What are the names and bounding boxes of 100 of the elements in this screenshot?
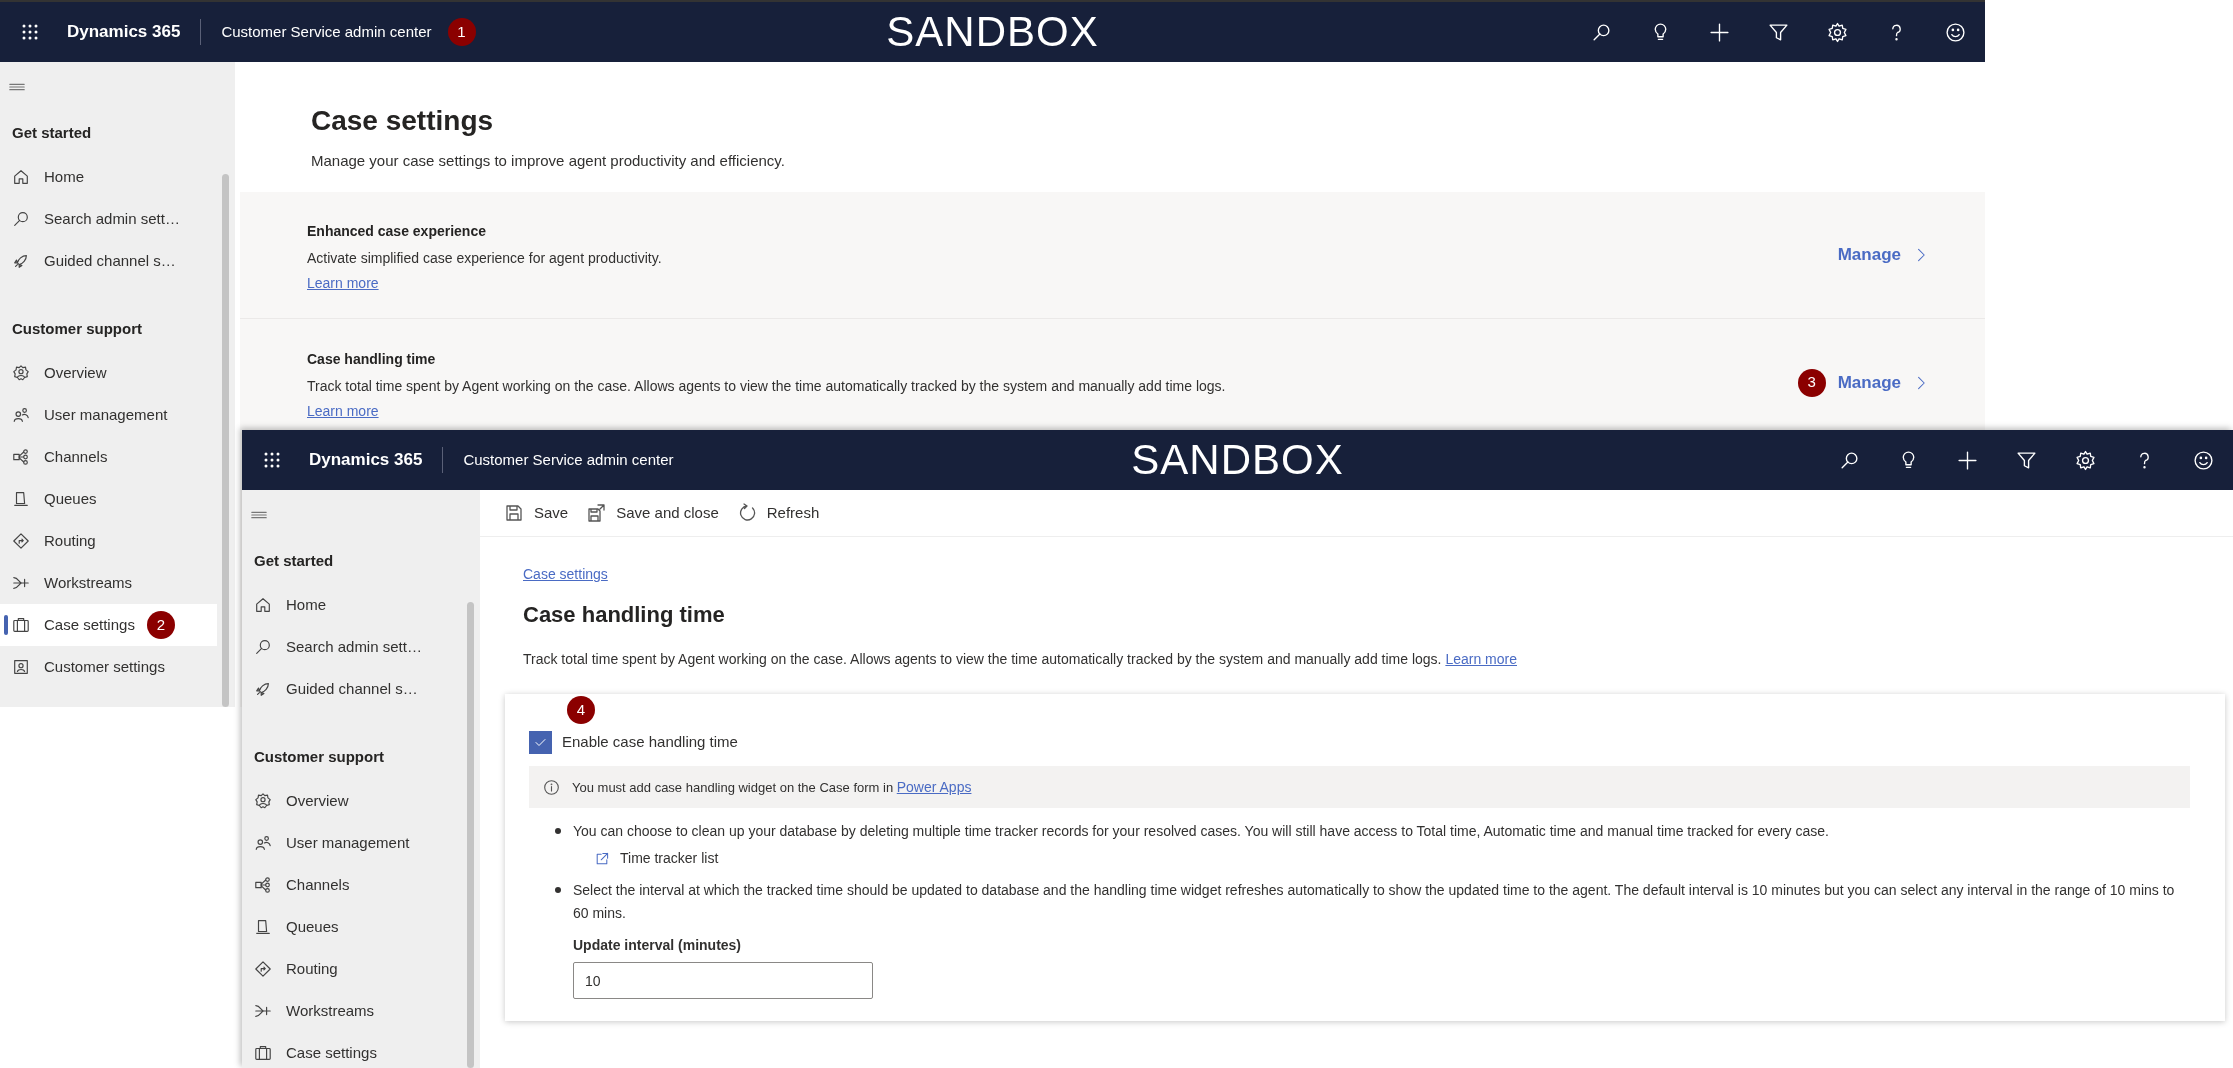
bullet-text: You can choose to clean up your database by deleting multiple time tracker records for your resolved cases. You will still have access to Total time, Automatic time and manual time tracked for every case. [573,822,1830,841]
nav-label: Case settings [44,614,135,635]
save-and-close-icon [586,503,607,523]
nav-item[interactable]: Home [0,156,217,198]
power-apps-link[interactable]: Power Apps [896,778,972,795]
step-badge: 4 [567,696,595,724]
smiley-button[interactable] [2192,448,2215,472]
bullet-icon [555,887,561,893]
external-link-icon [594,850,610,867]
nav-label: Routing [44,530,96,551]
info-icon [543,778,560,796]
nav-item[interactable]: Case settings 2 [0,604,217,646]
nav-item[interactable]: Overview [242,780,462,822]
app-title: Customer Service admin center [462,449,674,470]
nav-item[interactable]: Channels [242,864,462,906]
manage-link[interactable]: Manage [1837,242,1929,268]
section-heading: Customer support [11,318,143,339]
briefcase-icon [254,1044,272,1062]
learn-more-link[interactable]: Learn more [307,273,379,294]
nav-label: User management [286,832,410,853]
bullet-icon [555,828,561,834]
nav-item[interactable]: Guided channel s… [0,240,217,282]
nav-label: Workstreams [286,1000,375,1021]
search-icon [254,638,272,656]
nav-label: Queues [44,488,97,509]
scrollbar[interactable] [222,174,229,707]
nav-item[interactable]: Queues [0,478,217,520]
smiley-icon [1945,21,1966,43]
contact-card-icon [12,658,30,676]
nav-item[interactable]: Search admin sett… [242,626,462,668]
nav-item[interactable]: Routing [242,948,462,990]
nav-label: Channels [44,446,108,467]
nav-item[interactable]: Case settings [242,1032,462,1068]
diamond-arrow-icon [254,960,272,978]
home-icon [12,168,30,186]
nodes-icon [254,876,272,894]
nav-item[interactable]: Search admin sett… [0,198,217,240]
filter-icon [2016,449,2037,471]
nav-item[interactable]: Guided channel s… [242,668,462,710]
step-badge: 3 [1797,368,1826,397]
person-gear-icon [254,792,272,810]
nav-label: Overview [44,362,107,383]
nav-item[interactable]: User management [0,394,217,436]
nav-item[interactable]: Routing [0,520,217,562]
checkbox[interactable] [529,731,552,754]
field-label: Update interval (minutes) [573,936,743,955]
app-name[interactable]: Dynamics 365 [60,19,202,45]
nav-label: Overview [286,790,349,811]
breadcrumb-link[interactable]: Case settings [523,564,608,585]
diamond-arrow-icon [12,532,30,550]
grid-icon [262,450,282,470]
nav-item[interactable]: Overview [0,352,217,394]
section-heading: Customer support [253,746,385,767]
search-icon [1839,449,1860,471]
search-icon [1591,21,1612,43]
nav-item[interactable]: Workstreams [242,990,462,1032]
users-icon [12,406,30,424]
settings-button[interactable] [1826,20,1849,44]
nav-label: Channels [286,874,350,895]
nav-item[interactable]: User management [242,822,462,864]
settings-icon [2075,449,2096,471]
bullet-text: Select the interval at which the tracked time should be updated to database and the handling time widget refreshes automatically to show the updated time to the agent. The default interval is 10 minutes but you can select any interval in the range of 10 mins to 60 mins. [573,881,2176,923]
environment-label: SANDBOX [886,8,1099,56]
checkbox-label: Enable case handling time [562,732,738,753]
merge-arrows-icon [254,1002,272,1020]
filter-icon [1768,21,1789,43]
manage-link[interactable]: Manage [1837,369,1929,396]
smiley-button[interactable] [1944,20,1967,44]
nodes-icon [12,448,30,466]
smiley-icon [2193,449,2214,471]
page-subtitle: Manage your case settings to improve agent productivity and efficiency. [311,151,786,171]
nav-label: Guided channel s… [286,678,418,699]
app-name[interactable]: Dynamics 365 [302,447,444,473]
learn-more-link[interactable]: Learn more [307,400,379,422]
card-title: Enhanced case experience [307,222,487,241]
nav-item[interactable]: Workstreams [0,562,217,604]
toolbar-button[interactable]: Save [502,495,571,531]
scrollbar[interactable] [467,602,474,1068]
save-icon [504,503,524,523]
nav-item[interactable]: Queues [242,906,462,948]
time-tracker-link[interactable]: Time tracker list [594,848,719,869]
nav-item[interactable]: Channels [0,436,217,478]
settings-button[interactable] [2074,448,2097,472]
toolbar-button[interactable]: Save and close [584,495,721,531]
toolbar-button[interactable]: Refresh [734,495,822,531]
nav-item[interactable]: Customer settings [0,646,217,688]
nav-item[interactable]: Home [242,584,462,626]
update-interval-field[interactable]: 10 [573,962,873,999]
card-description: Track total time spent by Agent working on the case. Allows agents to view the time automatically tracked by the system and manually add time logs. [307,376,1227,396]
rocket-icon [254,680,272,698]
info-text: You must add case handling widget on the Case form in Power Apps [572,777,972,797]
plus-button[interactable] [1956,448,1979,472]
learn-more-link[interactable]: Learn more [1445,651,1517,667]
plus-button[interactable] [1708,20,1731,44]
nav-label: Queues [286,916,339,937]
search-icon [12,210,30,228]
card-title: Case handling time [307,349,437,369]
nav-label: Workstreams [44,572,133,593]
plus-icon [1709,21,1730,43]
app-title: Customer Service admin center [220,21,432,42]
